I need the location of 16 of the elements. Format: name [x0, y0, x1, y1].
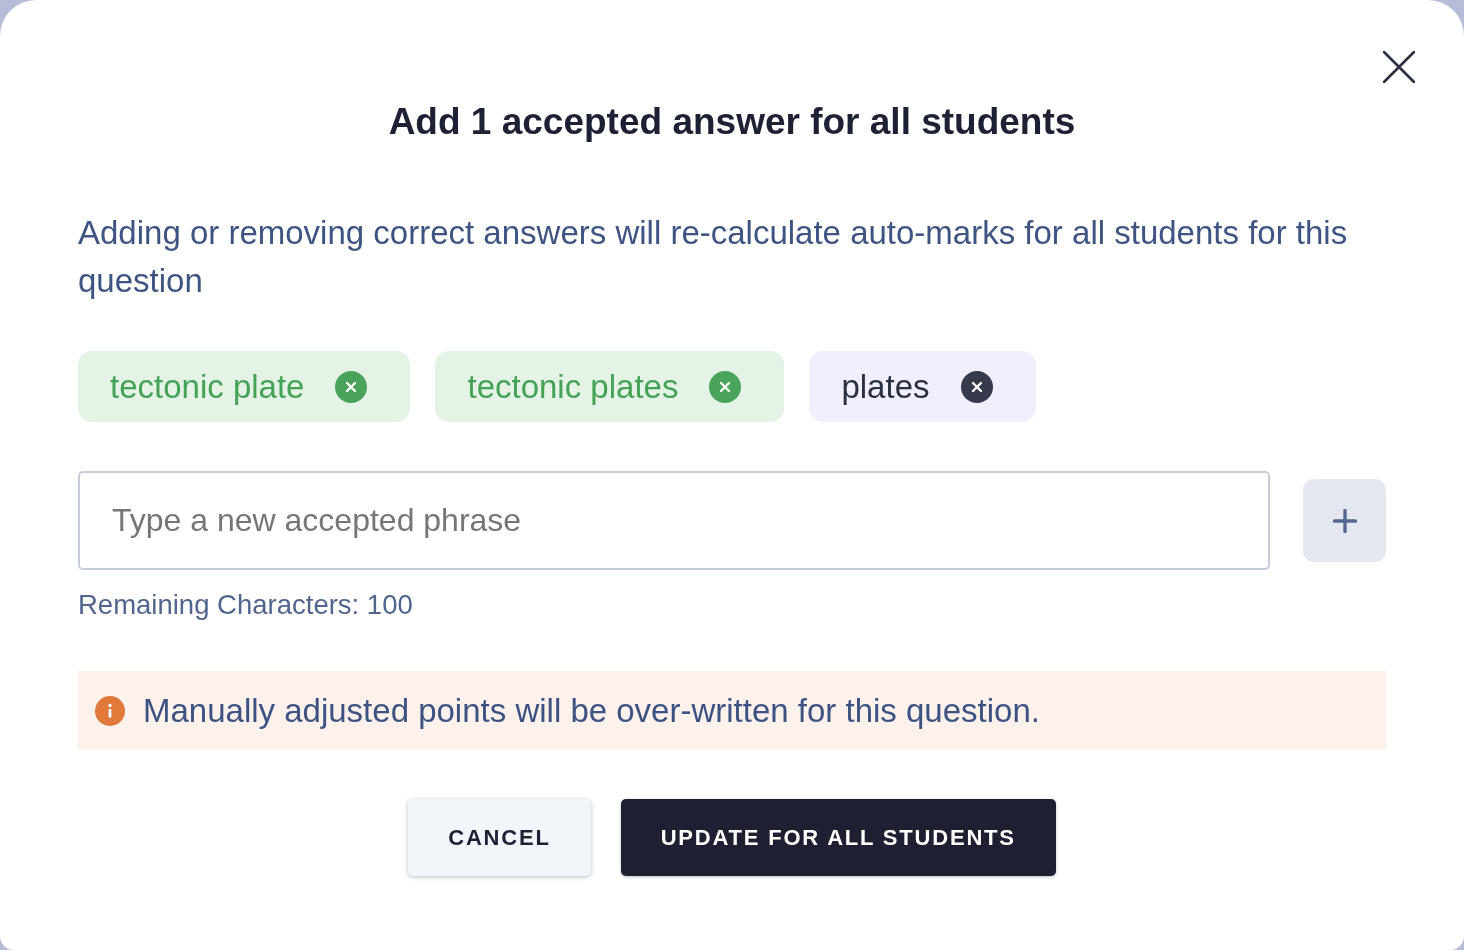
answer-label: tectonic plate — [110, 367, 305, 406]
info-icon — [95, 695, 125, 726]
cancel-button[interactable]: CANCEL — [408, 799, 591, 876]
add-button[interactable] — [1303, 479, 1386, 562]
remaining-characters: Remaining Characters: 100 — [78, 589, 413, 621]
update-button[interactable]: UPDATE FOR ALL STUDENTS — [620, 799, 1056, 876]
plus-icon — [1332, 508, 1357, 533]
close-icon — [1383, 51, 1415, 83]
phrase-input[interactable]: Type a new accepted phrase — [78, 471, 1270, 570]
answer-label: tectonic plates — [467, 367, 679, 406]
warning-text: Manually adjusted points will be over-written for this question. — [143, 691, 1040, 730]
answer-label: plates — [841, 367, 930, 406]
dialog-title: Add 1 accepted answer for all students — [388, 100, 1076, 144]
description-text: Adding or removing correct answers will re-calculate auto-marks for all students for this question — [78, 213, 1349, 301]
close-button[interactable] — [1381, 49, 1417, 85]
remove-icon[interactable] — [960, 370, 993, 403]
